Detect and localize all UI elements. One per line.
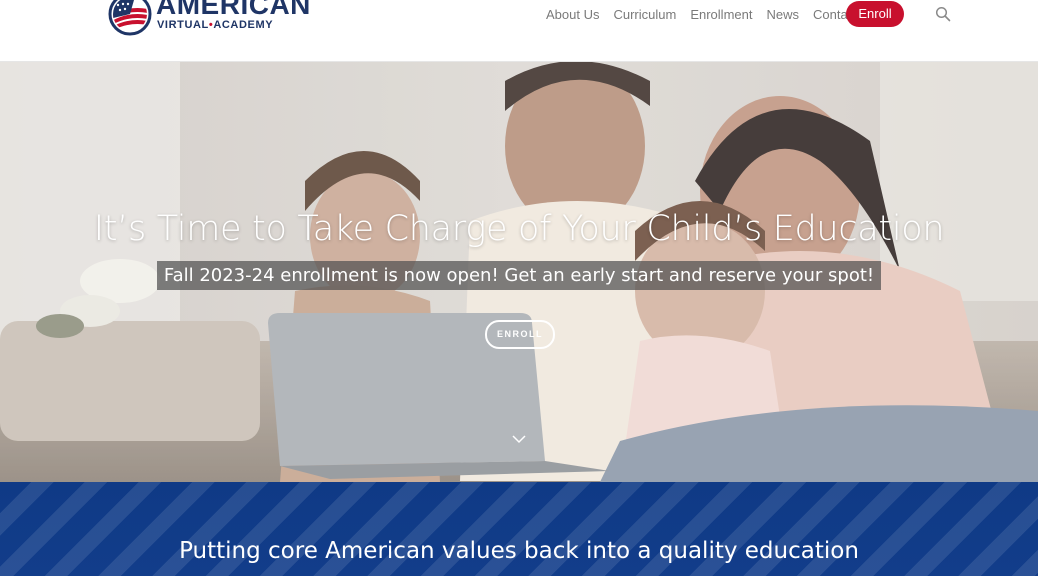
enroll-button[interactable]: Enroll [846, 1, 904, 27]
values-tagline: Putting core American values back into a… [179, 538, 859, 564]
flag-emblem-icon [108, 0, 152, 36]
hero-title: It’s Time to Take Charge of Your Child’s… [93, 209, 945, 249]
nav-enrollment[interactable]: Enrollment [690, 1, 752, 29]
nav-about-us[interactable]: About Us [546, 1, 599, 29]
main-nav: About Us Curriculum Enrollment News Cont… [546, 0, 872, 30]
chevron-down-icon[interactable] [511, 433, 527, 445]
nav-curriculum[interactable]: Curriculum [613, 1, 676, 29]
logo-wordmark-bottom: VIRTUAL•ACADEMY [157, 19, 273, 31]
site-header: AMERICAN VIRTUAL•ACADEMY About Us Curric… [0, 0, 1038, 62]
logo-word-virtual: VIRTUAL [157, 19, 209, 31]
nav-news[interactable]: News [766, 1, 799, 29]
hero-enroll-button[interactable]: ENROLL [485, 320, 555, 349]
search-icon[interactable] [935, 6, 951, 22]
logo[interactable]: AMERICAN VIRTUAL•ACADEMY [108, 0, 310, 36]
values-band: Putting core American values back into a… [0, 482, 1038, 576]
logo-word-academy: ACADEMY [213, 19, 274, 31]
hero-banner: It’s Time to Take Charge of Your Child’s… [0, 61, 1038, 482]
hero-subtitle-wrap: Fall 2023-24 enrollment is now open! Get… [0, 261, 1038, 290]
logo-wordmark-top: AMERICAN [156, 0, 311, 20]
hero-subtitle: Fall 2023-24 enrollment is now open! Get… [156, 261, 882, 290]
